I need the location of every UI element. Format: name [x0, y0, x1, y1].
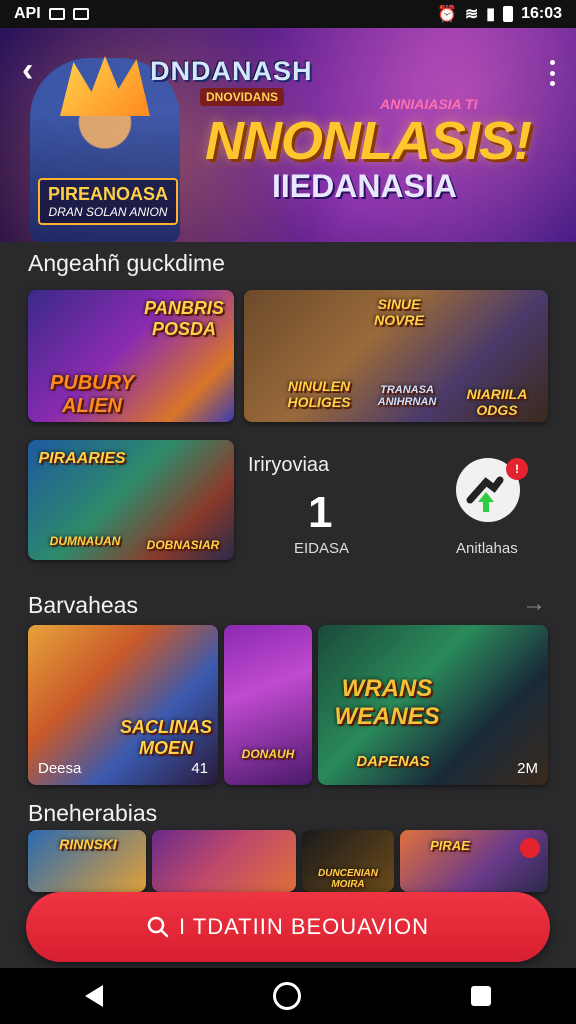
game-card-title: SACLINAS MOEN [119, 717, 212, 758]
hero-logo-sub: DNOVIDANS [200, 88, 285, 106]
hero-badge-sub: DRAN SOLAN ANION [48, 205, 168, 219]
game-card[interactable]: WRANS WEANES DAPENAS 2M [318, 625, 548, 785]
system-nav-bar [0, 968, 576, 1024]
nav-recent-apps-icon[interactable] [471, 986, 491, 1006]
game-card-title: PIRAARIES [38, 450, 126, 467]
game-card-sub2: DOBNASIAR [146, 538, 220, 552]
hero-badge-title: PIREANOASA [48, 184, 169, 204]
hero-subtitle: IIEDANASIA [272, 168, 457, 204]
status-bar: API ⏰ ≋ ▮ 16:03 [0, 0, 576, 28]
arrow-right-icon[interactable]: → [522, 590, 546, 618]
game-card[interactable] [152, 830, 296, 892]
cta-label: I TDATIIN BEOUAVION [178, 914, 430, 939]
game-card[interactable]: RINNSKI [28, 830, 146, 892]
game-card-count: 2M [517, 760, 538, 777]
game-card-sub: DAPENAS [356, 753, 430, 770]
stats-count-sub: EIDASA [294, 540, 350, 557]
section-title-second: Barvaheas [28, 592, 138, 618]
stats-count: 1 [308, 488, 333, 537]
hero-hair-art [60, 56, 150, 116]
game-card[interactable]: PIRAE [400, 830, 548, 892]
wifi-icon: ≋ [464, 6, 479, 23]
card-badge-icon [520, 838, 540, 858]
game-card[interactable]: SINUE NOVRE NINULEN HOLIGES TRANASA ANIH… [244, 290, 548, 422]
hero-title: NNONLASIS! [205, 111, 532, 171]
game-card-sub: PUBURY ALIEN [49, 372, 135, 417]
game-card[interactable]: PANBRIS POSDA PUBURY ALIEN [28, 290, 234, 422]
game-card[interactable]: DONAUH [224, 625, 312, 785]
download-button[interactable]: ! [456, 458, 528, 522]
game-card-sub: DUMNAUAN [49, 534, 121, 548]
cta-button[interactable]: I TDATIIN BEOUAVION [26, 892, 550, 962]
more-options-icon[interactable] [546, 60, 558, 86]
back-icon[interactable]: ‹ [22, 53, 50, 87]
game-card-sub2: TRANASA ANIHRNAN [377, 384, 437, 408]
game-card-title: PIRAE [430, 838, 470, 853]
stats-block: Iriryoviaa 1 EIDASA ! Anitlahas [248, 448, 548, 568]
status-left-text: API [14, 5, 41, 22]
game-card[interactable]: PIRAARIES DUMNAUAN DOBNASIAR [28, 440, 234, 560]
game-card-count: 41 [191, 760, 208, 777]
signal-icon: ▮ [486, 6, 496, 23]
section-title-third: Bneherabias [28, 800, 158, 826]
hero-logo: DNDANASH [150, 56, 313, 86]
battery-icon [503, 6, 514, 22]
game-card-title: PANBRIS POSDA [144, 298, 224, 339]
download-badge: ! [506, 458, 528, 480]
hero-badge: PIREANOASA DRAN SOLAN ANION [38, 178, 179, 225]
game-card-title: WRANS WEANES [334, 675, 440, 730]
hero-banner[interactable]: ‹ DNDANASH DNOVIDANS ANNIAIASIA TI NNONL… [0, 28, 576, 242]
sim-icon [48, 8, 65, 20]
nav-back-icon[interactable] [85, 985, 103, 1007]
game-card-title: RINNSKI [59, 836, 117, 852]
game-card-sub: NINULEN HOLIGES [287, 378, 351, 410]
game-card-title: DUNCENIAN MOIRA [318, 868, 378, 890]
nav-home-icon[interactable] [273, 982, 301, 1010]
game-card-title: SINUE NOVRE [374, 296, 424, 328]
game-card-corner: NIARIILA ODGS [466, 386, 528, 418]
search-icon [147, 916, 169, 938]
game-card-title: DONAUH [241, 747, 295, 761]
section-title-first: Angeahñ guckdime [28, 250, 225, 276]
download-sub: Anitlahas [456, 540, 518, 557]
game-card-caption: Deesa [38, 760, 82, 777]
stats-label: Iriryoviaa [248, 454, 330, 476]
game-card[interactable]: DUNCENIAN MOIRA [302, 830, 394, 892]
status-time: 16:03 [521, 5, 562, 22]
game-card[interactable]: SACLINAS MOEN Deesa 41 [28, 625, 218, 785]
alarm-icon: ⏰ [436, 6, 457, 23]
notification-icon [72, 8, 89, 20]
